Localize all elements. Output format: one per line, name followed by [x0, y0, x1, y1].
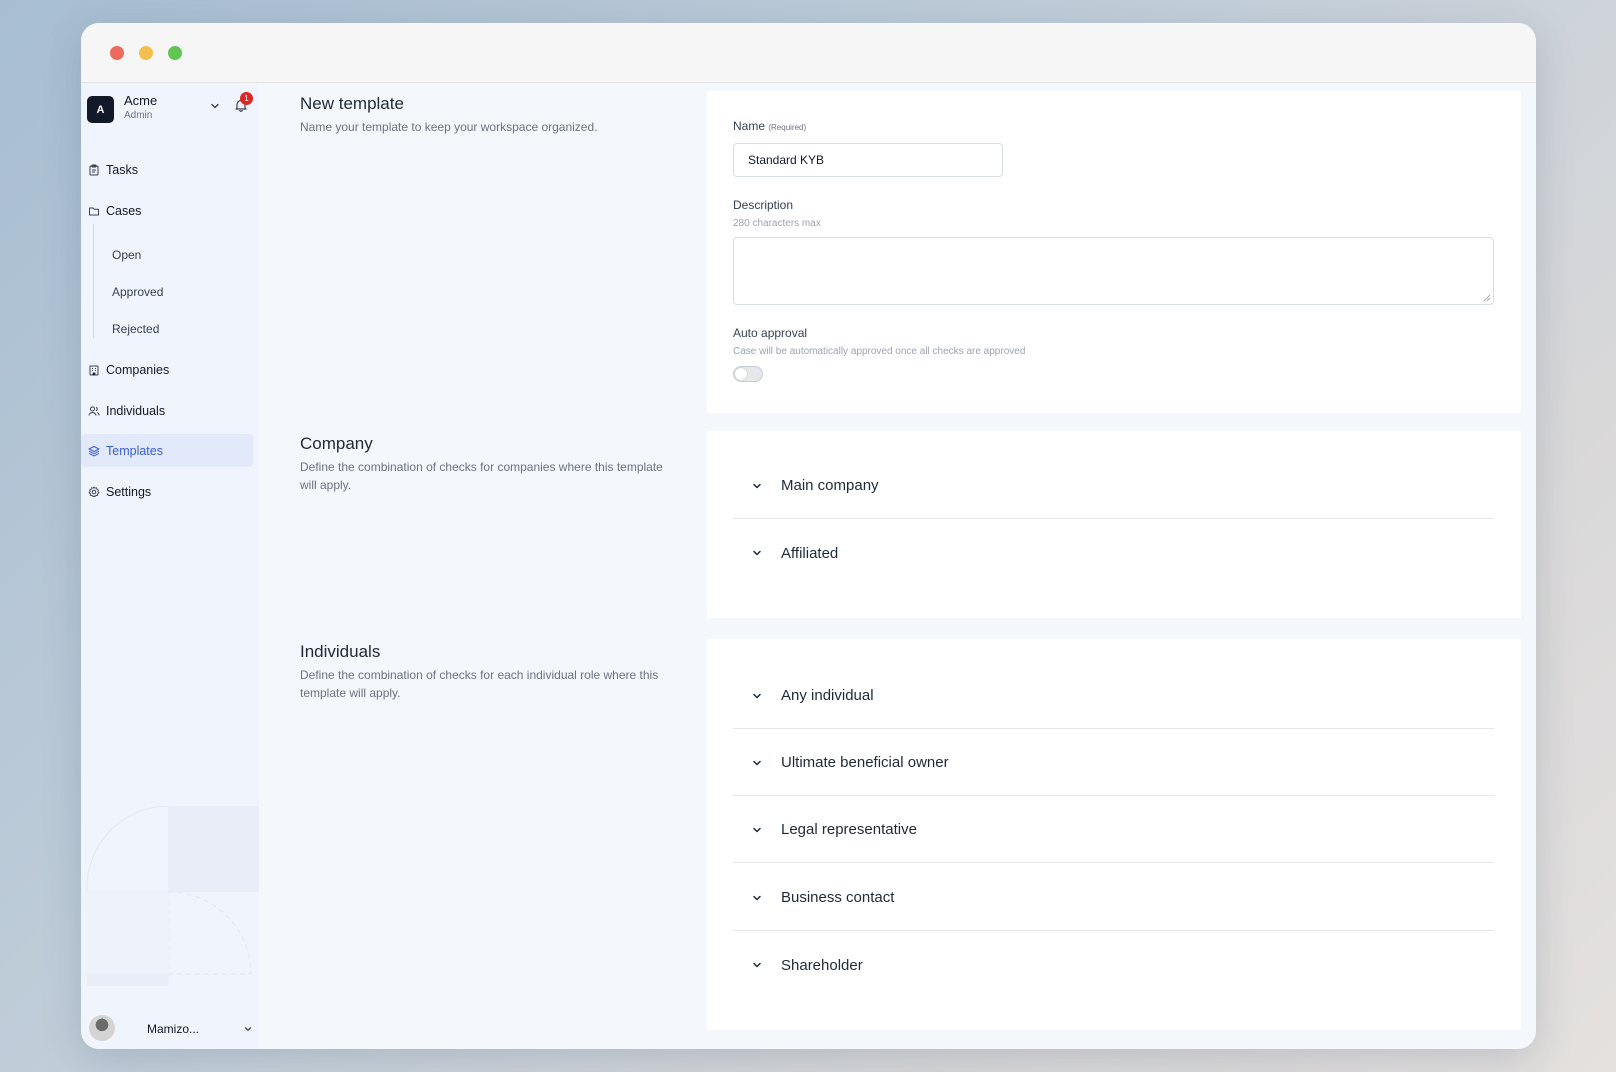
notification-badge: 1 [240, 92, 253, 105]
sidebar-item-label: Cases [106, 203, 142, 218]
sidebar-subitem-open[interactable]: Open [112, 245, 141, 265]
close-window-button[interactable] [110, 46, 124, 60]
auto-approval-toggle[interactable] [733, 366, 763, 382]
sidebar-item-label: Templates [106, 443, 163, 458]
layers-icon [88, 445, 100, 456]
accordion-legal-representative[interactable]: Legal representative [733, 797, 1494, 863]
sidebar-item-label: Individuals [106, 403, 166, 418]
sidebar: A Acme Admin 1 Tasks Cases Open Approved… [81, 83, 259, 1049]
resize-handle-icon[interactable] [1483, 294, 1491, 302]
chevron-down-icon [753, 827, 761, 832]
section-title-company: Company [300, 434, 373, 453]
sidebar-item-settings[interactable]: Settings [81, 475, 253, 508]
accordion-label: Shareholder [781, 956, 863, 974]
minimize-window-button[interactable] [139, 46, 153, 60]
workspace-switcher[interactable]: A Acme Admin 1 [87, 92, 253, 125]
accordion-business-contact[interactable]: Business contact [733, 865, 1494, 931]
sidebar-item-label: Companies [106, 362, 170, 377]
section-description-individuals: Define the combination of checks for eac… [300, 668, 659, 700]
submenu-guide-line [93, 224, 94, 338]
accordion-label: Legal representative [781, 821, 917, 838]
accordion-label: Affiliated [781, 544, 839, 562]
zoom-window-button[interactable] [168, 46, 182, 60]
users-icon [88, 406, 100, 416]
user-menu[interactable]: Mamizo... [89, 1015, 254, 1043]
chevron-down-icon [753, 895, 761, 900]
description-hint: 280 characters max [733, 218, 821, 229]
chevron-down-icon [753, 760, 761, 765]
description-textarea[interactable] [733, 237, 1494, 305]
name-input[interactable]: Standard KYB [733, 143, 1003, 177]
sidebar-subitem-rejected[interactable]: Rejected [112, 319, 159, 339]
accordion-label: Ultimate beneficial owner [781, 754, 949, 771]
template-details-card: Name (Required) Standard KYB Description… [707, 91, 1521, 413]
accordion-ultimate-beneficial-owner[interactable]: Ultimate beneficial owner [733, 730, 1494, 796]
individuals-checks-card: Any individual Ultimate beneficial owner… [707, 639, 1521, 1030]
section-description-new-template: Name your template to keep your workspac… [300, 120, 598, 134]
accordion-any-individual[interactable]: Any individual [733, 663, 1494, 729]
workspace-role: Admin [124, 110, 153, 121]
required-hint: (Required) [768, 123, 807, 132]
workspace-name: Acme [124, 93, 158, 108]
sidebar-subitem-approved[interactable]: Approved [112, 282, 163, 302]
title-bar [81, 23, 1536, 83]
sidebar-item-individuals[interactable]: Individuals [81, 394, 253, 427]
section-title-new-template: New template [300, 94, 404, 113]
sidebar-item-label: Settings [106, 484, 152, 499]
auto-approval-hint: Case will be automatically approved once… [733, 346, 1026, 357]
section-title-individuals: Individuals [300, 642, 381, 661]
auto-approval-label: Auto approval [733, 326, 808, 340]
name-label: Name (Required) [733, 119, 807, 133]
accordion-label: Main company [781, 477, 879, 494]
building-icon [89, 365, 99, 375]
sidebar-item-cases[interactable]: Cases [81, 194, 253, 227]
sidebar-item-label: Tasks [106, 162, 138, 177]
section-description-company: Define the combination of checks for com… [300, 460, 663, 492]
app-window: A Acme Admin 1 Tasks Cases Open Approved… [81, 23, 1536, 1049]
avatar [89, 1015, 115, 1041]
accordion-shareholder[interactable]: Shareholder [733, 932, 1494, 998]
sidebar-item-templates[interactable]: Templates [81, 434, 253, 467]
chevron-down-icon [753, 483, 761, 488]
workspace-avatar: A [87, 96, 114, 123]
clipboard-icon [89, 164, 99, 175]
chevron-down-icon [753, 962, 761, 968]
folder-icon [89, 207, 99, 215]
chevron-down-icon[interactable] [209, 100, 221, 112]
company-checks-card: Main company Affiliated [707, 431, 1521, 618]
chevron-down-icon[interactable] [243, 1024, 253, 1034]
accordion-label: Business contact [781, 889, 895, 906]
user-name: Mamizo... [147, 1022, 200, 1036]
decorative-shapes [86, 806, 259, 986]
accordion-label: Any individual [781, 687, 874, 704]
accordion-main-company[interactable]: Main company [733, 453, 1494, 519]
description-label: Description [733, 198, 794, 212]
sidebar-item-tasks[interactable]: Tasks [81, 153, 253, 186]
chevron-down-icon [753, 550, 761, 556]
gear-icon [88, 486, 100, 497]
toggle-knob [735, 368, 747, 380]
chevron-down-icon [753, 693, 761, 698]
accordion-affiliated[interactable]: Affiliated [733, 520, 1494, 586]
sidebar-item-companies[interactable]: Companies [81, 353, 253, 386]
